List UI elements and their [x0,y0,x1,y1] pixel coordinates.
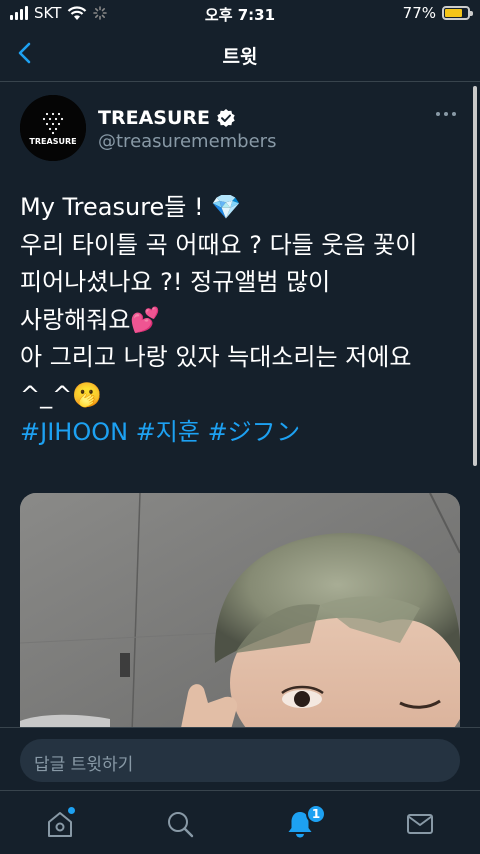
treasure-logo-icon: TREASURE [20,95,86,161]
status-right: 77% [402,4,473,22]
battery-fill [445,9,462,17]
more-options-button[interactable] [436,109,458,119]
avatar[interactable]: TREASURE [20,95,86,161]
tweet-line: ^_^🫢 [20,380,103,409]
more-icon-dot [444,112,448,116]
scroll-indicator[interactable] [473,86,477,466]
battery-icon [442,6,473,20]
tab-home[interactable] [45,807,75,839]
home-unread-dot [68,807,75,814]
tab-messages[interactable] [405,809,435,839]
reply-bar: 답글 트윗하기 [0,727,480,790]
bottom-tab-bar: 1 [0,790,480,854]
reply-input[interactable]: 답글 트윗하기 [20,739,460,782]
search-icon [168,812,194,838]
mail-icon [407,814,433,834]
notification-badge: 1 [306,804,326,824]
display-name: TREASURE [98,107,210,129]
tweet-line: My Treasure들 ! 💎 [20,193,242,221]
battery-percent: 77% [402,4,436,22]
selfie-photo-image [20,493,460,733]
tweet-line: 사랑해줘요💕 [20,305,161,334]
more-icon-dot [436,112,440,116]
more-icon-dot [452,112,456,116]
nav-bar: 트윗 [0,28,480,82]
tweet-line: 피어나셨나요 ?! 정규앨범 많이 [20,268,331,296]
hashtag-links[interactable]: #JIHOON #지훈 #ジフン [20,414,470,452]
tweet-photo[interactable] [20,493,460,733]
status-bar: SKT 오후 7:31 77% [0,0,480,28]
verified-badge-icon [217,109,235,127]
tab-search[interactable] [165,809,195,839]
user-handle[interactable]: @treasuremembers [98,131,276,152]
avatar-logo-text: TREASURE [29,137,76,146]
tweet-text: My Treasure들 ! 💎 우리 타이틀 곡 어때요 ? 다들 웃음 꽃이… [20,189,470,452]
tweet-line: 우리 타이틀 곡 어때요 ? 다들 웃음 꽃이 [20,230,418,259]
tweet-line: 아 그리고 나랑 있자 늑대소리는 저에요 [20,343,412,371]
page-title: 트윗 [222,46,258,68]
display-name-row[interactable]: TREASURE [98,107,236,129]
